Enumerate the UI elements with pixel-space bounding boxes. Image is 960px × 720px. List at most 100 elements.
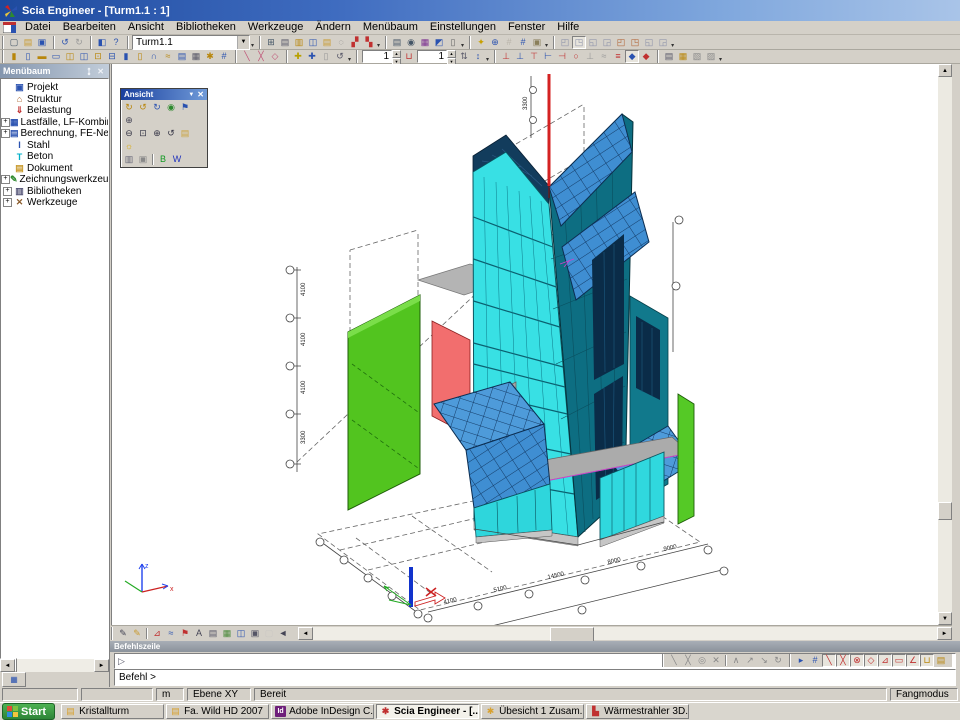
key-icon[interactable]: ✦ [474,36,488,49]
diagram-icon[interactable]: ≈ [164,627,178,640]
sidebar-item-dokument[interactable]: ▤Dokument [1,163,108,175]
scroll-down-icon[interactable]: ▼ [938,612,952,625]
taskbar-task-scia-engineer[interactable]: ✱Scia Engineer - [... [376,704,479,719]
sidebar-item-belastung[interactable]: ⇓Belastung [1,105,108,117]
w-mode-icon[interactable]: W [170,153,184,166]
menu-werkzeuge[interactable]: Werkzeuge [242,21,309,33]
undo-icon[interactable]: ↺ [58,36,72,49]
viewport-hscrollbar[interactable]: ◄ ► [298,627,952,640]
more-dropdown-icon[interactable]: ▾ [718,56,723,63]
node-icon[interactable]: ⊟ [105,50,119,63]
more-dropdown-icon[interactable]: ▾ [544,42,549,49]
gallery-icon[interactable]: ▦ [418,36,432,49]
print-view-icon[interactable]: ▥ [122,153,136,166]
menu-fenster[interactable]: Fenster [502,21,551,33]
hscroll-right-icon[interactable]: ► [937,627,952,640]
sidebar-item-struktur[interactable]: ⌂Struktur [1,94,108,106]
column-icon[interactable]: ▯ [21,50,35,63]
edge-snap-icon[interactable]: ▭ [892,654,906,667]
render-icon[interactable]: ◩ [432,36,446,49]
support-pinned-icon[interactable]: ⊥ [513,50,527,63]
menu-hilfe[interactable]: Hilfe [551,21,585,33]
printer-small-icon[interactable]: ▤ [278,36,292,49]
frame-view-7-icon[interactable]: ◱ [642,36,656,49]
taskbar-task-kristallturm[interactable]: ▤Kristallturm [61,704,164,719]
zoom-window-icon[interactable]: ⊡ [136,127,150,140]
panel-hscrollbar[interactable]: ◄ ► [0,659,109,672]
polyline-icon[interactable]: ≈ [161,50,175,63]
wire-display-icon[interactable]: ▧ [690,50,704,63]
menu-datei[interactable]: Datei [19,21,57,33]
orthogonal-snap-icon[interactable]: ◇ [864,654,878,667]
rotate-view-icon[interactable]: ↻ [122,101,136,114]
plate-icon[interactable]: ◫ [63,50,77,63]
close-window-icon[interactable]: ◧ [95,36,109,49]
tree-tab[interactable]: ▦ [2,672,26,687]
collapse-left-icon[interactable]: ◄ [276,627,290,640]
support-fixed-icon[interactable]: ⊥ [499,50,513,63]
link-icon[interactable]: ◆ [625,50,639,63]
binoculars-icon[interactable]: ◉ [404,36,418,49]
furniture-red-icon[interactable]: ▞ [348,36,362,49]
midpoint-snap-icon[interactable]: ╳ [836,654,850,667]
status-units[interactable]: m [156,688,184,701]
palette-close-icon[interactable]: ✕ [197,90,204,99]
hinge-icon[interactable]: ○ [569,50,583,63]
rib-icon[interactable]: ▭ [49,50,63,63]
snap-line-icon[interactable]: ╲ [667,654,681,667]
expand-icon[interactable]: + [1,118,10,127]
snap-angle-icon[interactable]: ∧ [729,654,743,667]
zoom-out-icon[interactable]: ⊖ [122,127,136,140]
scroll-left-icon[interactable]: ◄ [0,659,15,672]
help-icon[interactable]: ? [109,36,123,49]
expand-icon[interactable]: + [3,187,12,196]
zoom-cursor-icon[interactable]: ⊕ [122,114,136,127]
rotate-axis-icon[interactable]: ↻ [150,101,164,114]
open-icon[interactable]: ▤ [21,36,35,49]
command-input[interactable]: Befehl > [114,669,956,686]
layers-snap-icon[interactable]: ▤ [934,654,948,667]
truss-icon[interactable]: ▯ [133,50,147,63]
connect-line-icon[interactable]: ╲ [240,50,254,63]
wall-icon[interactable]: ▮ [7,50,21,63]
snap-rotate-icon[interactable]: ↻ [771,654,785,667]
b-mode-icon[interactable]: B [156,153,170,166]
redo-icon[interactable]: ↻ [72,36,86,49]
frame-view-8-icon[interactable]: ◲ [656,36,670,49]
more-dropdown-icon[interactable]: ▾ [670,42,675,49]
grid-snap-icon[interactable]: # [808,654,822,667]
sidebar-item-projekt[interactable]: ▣Projekt [1,82,108,94]
connect-cross-icon[interactable]: ╳ [254,50,268,63]
vscroll-thumb[interactable] [938,502,952,520]
sidebar-item-werkzeuge[interactable]: +✕Werkzeuge [1,197,108,209]
taskbar-task-adobe-indesign-c[interactable]: IdAdobe InDesign C... [271,704,374,719]
ghost-column-icon[interactable]: ▯ [319,50,333,63]
menu-men-baum[interactable]: Menübaum [357,21,424,33]
regenerate-icon[interactable]: ↺ [333,50,347,63]
support-edge-icon[interactable]: ⊣ [555,50,569,63]
sidebar-item-beton[interactable]: TBeton [1,151,108,163]
solid-icon[interactable]: ▦ [189,50,203,63]
grid-icon[interactable]: # [516,36,530,49]
axes-icon[interactable]: ⊿ [150,627,164,640]
star-node-icon[interactable]: ✱ [203,50,217,63]
draft-pencil-2-icon[interactable]: ✎ [130,627,144,640]
model-viewport[interactable]: 4100 5100 14500 8000 9000 4100 4100 4100… [111,64,938,625]
more-dropdown-icon[interactable]: ▾ [347,56,352,63]
hscroll-left-icon[interactable]: ◄ [298,627,313,640]
support-line-icon[interactable]: ⊢ [541,50,555,63]
hook-icon[interactable]: ⊔ [402,50,416,63]
labels-icon[interactable]: A [192,627,206,640]
more-dropdown-icon[interactable]: ▾ [485,56,490,63]
walk-view-icon[interactable]: ⚑ [178,101,192,114]
snap-se-icon[interactable]: ↘ [757,654,771,667]
close-icon[interactable]: ✕ [95,67,106,76]
sidebar-item-berechnung-fe-netz[interactable]: +▤Berechnung, FE-Netz [1,128,108,140]
snap-cross-icon[interactable]: ╳ [681,654,695,667]
taskbar-task-fa-wild-hd-2007[interactable]: ▤Fa. Wild HD 2007 [166,704,269,719]
start-button[interactable]: Start [2,703,55,720]
expand-icon[interactable]: + [1,129,10,138]
taskbar-task-wärmestrahler-3d[interactable]: ▙Wärmestrahler 3D... [586,704,689,719]
sidebar-item-stahl[interactable]: IStahl [1,140,108,152]
viewport-vscrollbar[interactable]: ▲ ▼ [938,64,952,625]
